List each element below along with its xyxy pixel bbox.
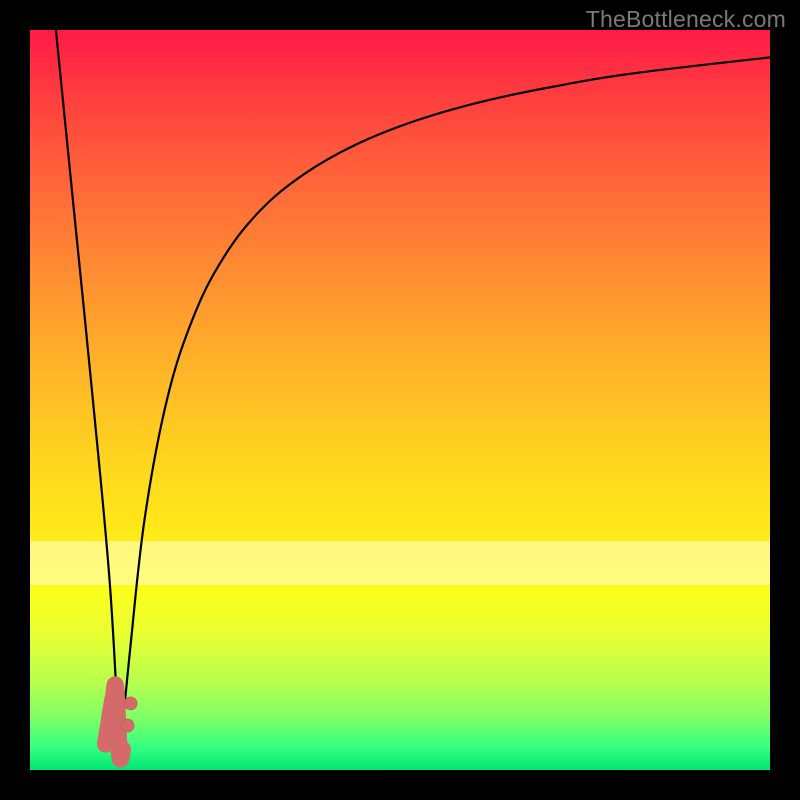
- marker-dot: [124, 697, 137, 710]
- chart-frame: TheBottleneck.com: [0, 0, 800, 800]
- marker-blob: [105, 685, 122, 759]
- marker-group: [105, 685, 137, 759]
- plot-area: [30, 30, 770, 770]
- curve-left-branch: [56, 30, 120, 755]
- curves-svg: [30, 30, 770, 770]
- curve-right-branch: [120, 57, 770, 755]
- marker-dot: [121, 719, 134, 732]
- watermark-text: TheBottleneck.com: [586, 6, 786, 33]
